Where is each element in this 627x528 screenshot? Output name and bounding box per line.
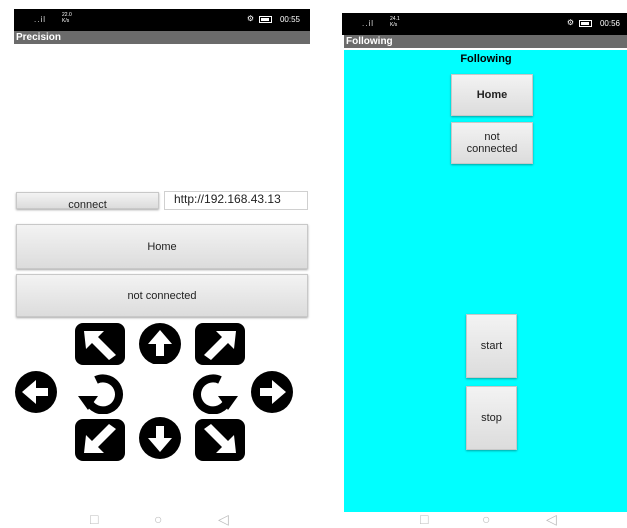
arrow-up-left-icon[interactable]	[74, 322, 126, 366]
arrow-left-icon[interactable]	[10, 370, 62, 414]
battery-icon	[579, 20, 592, 27]
connection-status-label: not connected	[466, 131, 518, 155]
home-nav-icon[interactable]: ○	[154, 511, 162, 527]
app-title-bar: Following	[344, 35, 627, 48]
net-speed-unit: K/s	[390, 22, 398, 28]
arrow-down-right-icon[interactable]	[194, 418, 246, 462]
stop-label: stop	[481, 412, 502, 424]
vibrate-icon: ⚙	[246, 14, 254, 23]
arrow-up-icon[interactable]	[134, 320, 186, 364]
stop-button[interactable]: stop	[466, 386, 517, 450]
home-button[interactable]: Home	[451, 74, 533, 116]
battery-icon	[259, 16, 272, 23]
clock: 00:56	[599, 19, 620, 28]
rotate-left-icon[interactable]	[76, 370, 128, 414]
arrow-down-icon[interactable]	[134, 416, 186, 460]
start-label: start	[480, 340, 503, 352]
vibrate-icon: ⚙	[566, 18, 574, 27]
net-speed-unit: K/s	[62, 18, 70, 24]
arrow-down-left-icon[interactable]	[74, 418, 126, 462]
following-screen: ..il 24.1 K/s ⚙ 00:56 Following Followin…	[342, 0, 627, 528]
home-label: Home	[476, 89, 508, 101]
back-icon[interactable]: ◁	[546, 511, 557, 528]
home-label: Home	[147, 240, 177, 253]
home-nav-icon[interactable]: ○	[482, 511, 490, 527]
signal-icon: ..il	[362, 19, 374, 28]
recents-icon[interactable]: □	[90, 511, 98, 527]
connect-button[interactable]: connect	[16, 192, 159, 209]
url-input[interactable]: http://192.168.43.13	[164, 191, 308, 210]
rotate-right-icon[interactable]	[188, 370, 240, 414]
connection-status-button[interactable]: not connected	[16, 274, 308, 317]
arrow-up-right-icon[interactable]	[194, 322, 246, 366]
clock: 00:55	[279, 15, 300, 24]
precision-screen: ..il 22.0 K/s ⚙ 00:55 Precision connect …	[14, 0, 310, 528]
recents-icon[interactable]: □	[420, 511, 428, 527]
network-speed: 24.1 K/s	[390, 16, 400, 28]
system-nav-bar: □ ○ ◁	[14, 510, 310, 528]
page-title: Precision	[16, 32, 62, 43]
connection-status-label: not connected	[127, 289, 197, 302]
connect-label: connect	[68, 199, 107, 209]
arrow-right-icon[interactable]	[246, 370, 298, 414]
home-button[interactable]: Home	[16, 224, 308, 269]
screen-heading: Following	[460, 53, 512, 65]
back-icon[interactable]: ◁	[218, 511, 229, 528]
connection-status-button[interactable]: not connected	[451, 122, 533, 164]
status-bar: ..il 22.0 K/s ⚙ 00:55	[14, 9, 310, 31]
status-bar: ..il 24.1 K/s ⚙ 00:56	[342, 13, 627, 35]
page-title: Following	[346, 36, 393, 47]
signal-icon: ..il	[34, 15, 46, 24]
app-title-bar: Precision	[14, 31, 310, 44]
system-nav-bar: □ ○ ◁	[342, 510, 627, 528]
network-speed: 22.0 K/s	[62, 12, 72, 24]
start-button[interactable]: start	[466, 314, 517, 378]
